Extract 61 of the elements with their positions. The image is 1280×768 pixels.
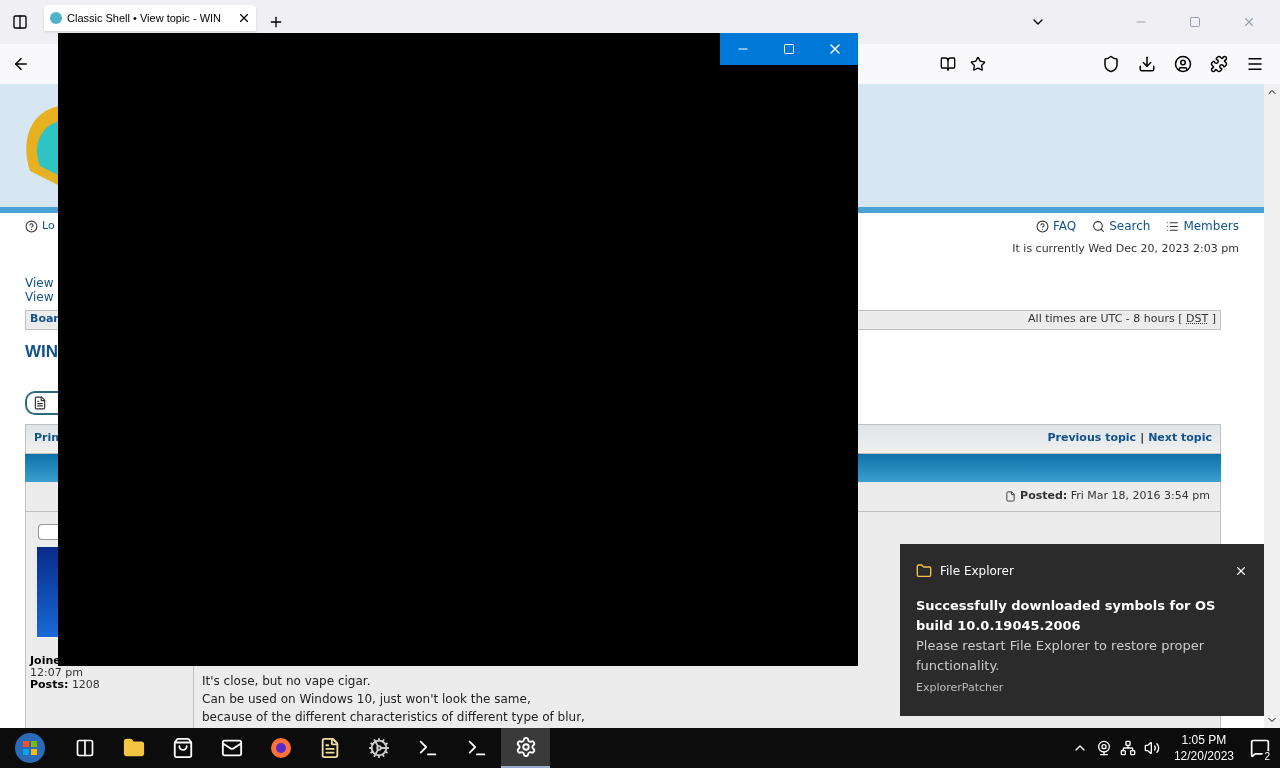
profile-button[interactable] bbox=[38, 523, 58, 540]
help-icon bbox=[1035, 219, 1049, 233]
post-text-line: It's close, but no vape cigar. bbox=[202, 672, 371, 690]
action-center-button[interactable]: 2 bbox=[1240, 728, 1280, 768]
account-icon[interactable] bbox=[1174, 55, 1192, 73]
view-link[interactable]: View bbox=[25, 275, 54, 290]
close-icon[interactable] bbox=[237, 11, 251, 25]
reader-icon[interactable] bbox=[940, 56, 956, 72]
taskbar-app[interactable] bbox=[501, 728, 550, 768]
login-link[interactable]: Lo bbox=[42, 217, 55, 235]
firefox-icon bbox=[269, 737, 292, 759]
mail-icon bbox=[220, 737, 243, 759]
list-icon bbox=[1166, 219, 1180, 233]
folder-icon bbox=[122, 737, 145, 759]
notification-title: Successfully downloaded symbols for OS build 10.0.19045.2006 bbox=[916, 597, 1217, 635]
timezone-text: All times are UTC - 8 hours [ DST ] bbox=[1028, 311, 1216, 328]
back-icon[interactable] bbox=[12, 55, 30, 73]
nav-link[interactable]: Search bbox=[1109, 217, 1151, 235]
document-icon bbox=[33, 395, 47, 410]
joined-time: 12:07 pm bbox=[30, 666, 84, 679]
menu-icon[interactable] bbox=[1246, 55, 1264, 73]
dst-abbr: DST bbox=[1186, 312, 1209, 326]
notification-body: Please restart File Explorer to restore proper functionality. bbox=[916, 637, 1206, 675]
extensions-icon[interactable] bbox=[1210, 55, 1228, 73]
posts-count: Posts: 1208 bbox=[30, 678, 101, 691]
volume-icon[interactable] bbox=[1143, 740, 1160, 756]
app-name: File Explorer bbox=[940, 563, 1015, 580]
notification-count: 2 bbox=[1262, 751, 1272, 762]
next-topic-link[interactable]: Next topic bbox=[1148, 430, 1212, 447]
network-icon[interactable] bbox=[1119, 740, 1136, 756]
topic-title[interactable]: WIN bbox=[25, 339, 59, 364]
start-orb-icon bbox=[14, 732, 46, 764]
login-icon bbox=[25, 219, 38, 233]
post-icon bbox=[1005, 490, 1017, 502]
view-link[interactable]: View bbox=[25, 289, 54, 304]
previous-topic-link[interactable]: Previous topic bbox=[1047, 430, 1137, 447]
nav-link[interactable]: FAQ bbox=[1052, 217, 1077, 235]
scrollbar[interactable] bbox=[1264, 84, 1280, 728]
posted-text: Posted: Fri Mar 18, 2016 3:54 pm bbox=[1020, 487, 1210, 504]
post-text-line: Can be used on Windows 10, just won't look the same, bbox=[202, 690, 531, 708]
folder-icon bbox=[916, 563, 932, 579]
store-icon bbox=[171, 737, 194, 759]
webcam-icon[interactable] bbox=[1095, 740, 1112, 756]
print-link[interactable]: Prin bbox=[34, 430, 60, 447]
separator-text: | bbox=[1140, 430, 1145, 447]
task-view-icon bbox=[74, 738, 95, 758]
post-text-line: because of the different characteristics of different type of blur, bbox=[202, 708, 585, 726]
bookmark-star-icon[interactable] bbox=[970, 56, 986, 72]
message-icon bbox=[1250, 738, 1270, 758]
browser-tab[interactable]: Classic Shell • View topic - WIN bbox=[44, 5, 256, 31]
maximize-icon bbox=[783, 43, 795, 55]
search-icon bbox=[1092, 219, 1106, 233]
current-time: It is currently Wed Dec 20, 2023 2:03 pm bbox=[1012, 241, 1239, 257]
clock[interactable]: 1:05 PM 12/20/2023 bbox=[1167, 732, 1240, 764]
close-icon[interactable] bbox=[1234, 564, 1248, 578]
settings-icon bbox=[514, 736, 537, 758]
notification-source: ExplorerPatcher bbox=[916, 680, 1005, 696]
nav-link[interactable]: Members bbox=[1183, 217, 1239, 235]
board-link[interactable]: Boar bbox=[30, 311, 59, 328]
gear-icon bbox=[367, 737, 390, 759]
download-icon[interactable] bbox=[1138, 55, 1156, 73]
